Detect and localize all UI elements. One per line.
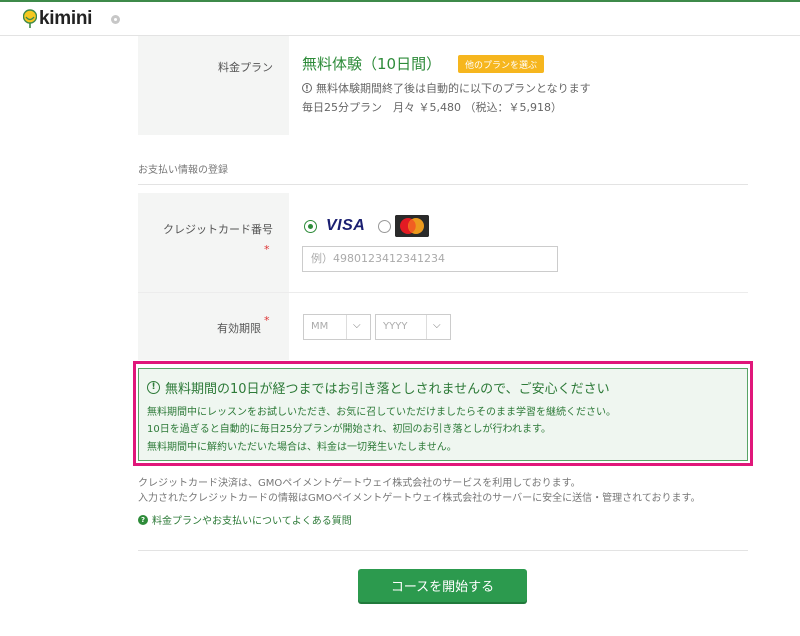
kimini-logo-icon [23, 9, 37, 28]
faq-link[interactable]: ? 料金プランやお支払いについてよくある質問 [138, 512, 352, 527]
notice-line: 無料期間中にレッスンをお試しいただき、お気に召していただけましたらそのまま学習を… [147, 407, 616, 418]
visa-logo: VISA [326, 217, 366, 234]
free-trial-notice: ! 無料期間の10日が経つまではお引き落としされませんので、ご安心ください 無料… [138, 368, 748, 461]
logo-text: kimini [39, 8, 93, 29]
info-icon: ! [302, 83, 312, 93]
change-plan-button[interactable]: 他のプランを選ぶ [458, 55, 544, 73]
plan-note: ! 無料体験期間終了後は自動的に以下のプランとなります [302, 80, 591, 96]
start-course-button[interactable]: コースを開始する [358, 569, 527, 602]
notice-line: 無料期間中に解約いただいた場合は、料金は一切発生いたしません。 [147, 442, 457, 453]
select-divider [426, 315, 427, 339]
visa-radio[interactable] [304, 220, 317, 233]
plan-note-text: 無料体験期間終了後は自動的に以下のプランとなります [316, 82, 591, 95]
year-placeholder: YYYY [383, 321, 408, 332]
question-icon: ? [138, 514, 148, 525]
chevron-down-icon: ⌵ [353, 320, 361, 331]
gmo-footnote: クレジットカード決済は、GMOペイメントゲートウェイ株式会社のサービスを利用して… [138, 478, 581, 489]
select-divider [346, 315, 347, 339]
mastercard-radio[interactable] [378, 220, 391, 233]
card-number-label: クレジットカード番号 [163, 223, 273, 236]
mastercard-logo-icon [395, 215, 429, 237]
expiry-month-select[interactable]: MM ⌵ [303, 314, 371, 340]
expiry-year-select[interactable]: YYYY ⌵ [375, 314, 451, 340]
faq-link-text: 料金プランやお支払いについてよくある質問 [152, 516, 352, 527]
plan-label-cell [138, 36, 289, 135]
chevron-down-icon: ⌵ [433, 320, 441, 331]
notice-title: ! 無料期間の10日が経つまではお引き落としされませんので、ご安心ください [147, 378, 610, 397]
alert-icon: ! [147, 381, 160, 394]
notice-title-text: 無料期間の10日が経つまではお引き落としされませんので、ご安心ください [165, 382, 610, 397]
card-number-required-mark: * [264, 243, 270, 256]
plan-name: 無料体験（10日間） [302, 55, 442, 73]
plan-detail: 毎日25分プラン 月々 ￥5,480 （税込：￥5,918） [302, 101, 562, 114]
month-placeholder: MM [311, 321, 329, 332]
header: kimini [0, 2, 800, 36]
section-divider [138, 184, 748, 185]
notice-line: 10日を過ぎると自動的に毎日25分プランが開始され、初回のお引き落としが行われま… [147, 424, 552, 435]
settings-icon[interactable] [111, 15, 120, 24]
payment-section-title: お支払い情報の登録 [138, 165, 228, 176]
expiry-required-mark: * [264, 314, 270, 327]
expiry-label: 有効期限 [217, 322, 261, 335]
card-number-input[interactable]: 例）4980123412341234 [302, 246, 558, 272]
bottom-divider [138, 550, 748, 551]
gmo-footnote: 入力されたクレジットカードの情報はGMOペイメントゲートウェイ株式会社のサーバー… [138, 493, 701, 504]
logo[interactable]: kimini [23, 7, 92, 31]
plan-label: 料金プラン [218, 61, 273, 74]
